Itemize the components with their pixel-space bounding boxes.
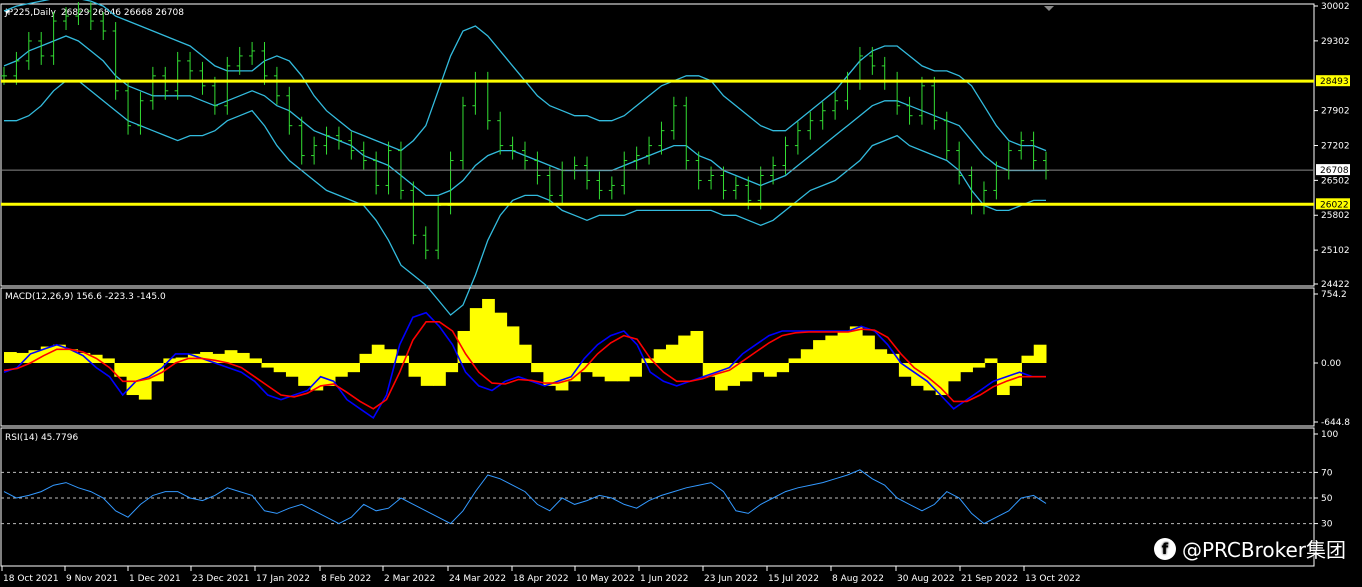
macd-histogram-bar bbox=[947, 363, 961, 382]
rsi-tick-label: 70 bbox=[1321, 468, 1333, 478]
macd-histogram-bar bbox=[690, 330, 704, 364]
date-tick-label: 1 Jun 2022 bbox=[640, 574, 688, 584]
date-tick-label: 17 Jan 2022 bbox=[256, 574, 310, 584]
macd-histogram-bar bbox=[408, 363, 422, 377]
macd-histogram-bar bbox=[960, 363, 973, 373]
chart-canvas: JP225,Daily 26829 26846 26668 26708 30002… bbox=[0, 0, 1362, 587]
macd-histogram-bar bbox=[138, 363, 152, 400]
date-tick-label: 8 Feb 2022 bbox=[321, 574, 371, 584]
date-tick-label: 8 Aug 2022 bbox=[832, 574, 884, 584]
date-tick-label: 1 Dec 2021 bbox=[129, 574, 181, 584]
macd-histogram-bar bbox=[298, 363, 311, 386]
watermark: f @PRCBroker集团 bbox=[1153, 534, 1346, 563]
macd-histogram-bar bbox=[862, 335, 875, 364]
macd-histogram-bar bbox=[445, 363, 459, 373]
rsi-tick-label: 50 bbox=[1321, 494, 1333, 504]
macd-histogram-bar bbox=[224, 350, 238, 364]
date-tick-label: 18 Apr 2022 bbox=[513, 574, 569, 584]
rsi-tick-label: 100 bbox=[1321, 430, 1338, 440]
facebook-icon: f bbox=[1153, 537, 1176, 560]
macd-histogram-bar bbox=[469, 308, 483, 364]
date-tick-label: 23 Jun 2022 bbox=[704, 574, 758, 584]
macd-histogram-bar bbox=[494, 312, 508, 364]
date-tick-label: 30 Aug 2022 bbox=[897, 574, 955, 584]
date-tick-label: 24 Mar 2022 bbox=[449, 574, 506, 584]
macd-tick-label: -644.8 bbox=[1321, 418, 1350, 428]
macd-histogram-bar bbox=[800, 349, 814, 364]
level-price-tag-label: 26022 bbox=[1320, 200, 1349, 210]
macd-histogram-bar bbox=[249, 358, 262, 364]
macd-histogram-bar bbox=[285, 363, 299, 377]
date-tick-label: 10 May 2022 bbox=[576, 574, 635, 584]
macd-histogram-bar bbox=[665, 344, 679, 364]
price-tick-label: 27902 bbox=[1321, 107, 1350, 117]
macd-histogram-bar bbox=[616, 363, 630, 382]
price-tick-label: 27202 bbox=[1321, 141, 1350, 151]
macd-histogram-bar bbox=[236, 352, 250, 364]
last-price-tag-label: 26708 bbox=[1320, 166, 1349, 176]
macd-histogram-bar bbox=[604, 363, 618, 382]
macd-histogram-bar bbox=[984, 358, 998, 364]
macd-histogram-bar bbox=[837, 330, 851, 364]
date-tick-label: 2 Mar 2022 bbox=[384, 574, 435, 584]
price-tick-label: 30002 bbox=[1321, 2, 1350, 12]
macd-histogram-bar bbox=[371, 344, 385, 364]
date-tick-label: 15 Jul 2022 bbox=[768, 574, 819, 584]
watermark-text: @PRCBroker集团 bbox=[1181, 538, 1346, 562]
date-tick-label: 21 Sep 2022 bbox=[961, 574, 1018, 584]
macd-histogram-bar bbox=[555, 363, 569, 391]
macd-tick-label: 754.2 bbox=[1321, 290, 1347, 300]
macd-histogram-bar bbox=[751, 363, 765, 373]
macd-histogram-bar bbox=[102, 358, 115, 364]
macd-histogram-bar bbox=[739, 363, 753, 382]
date-tick-label: 23 Dec 2021 bbox=[192, 574, 250, 584]
macd-histogram-bar bbox=[776, 363, 790, 373]
macd-histogram-bar bbox=[874, 349, 888, 364]
macd-histogram-bar bbox=[334, 363, 348, 377]
macd-histogram-bar bbox=[825, 335, 839, 364]
macd-histogram-bar bbox=[1021, 355, 1035, 364]
macd-histogram-bar bbox=[396, 355, 410, 364]
level-price-tag-label: 28493 bbox=[1320, 77, 1349, 87]
price-tick-label: 26502 bbox=[1321, 176, 1350, 186]
macd-histogram-bar bbox=[126, 363, 140, 396]
macd-histogram-bar bbox=[972, 363, 986, 368]
macd-panel-title: MACD(12,26,9) 156.6 -223.3 -145.0 bbox=[5, 292, 166, 302]
price-tick-label: 25802 bbox=[1321, 211, 1350, 221]
macd-histogram-bar bbox=[433, 363, 446, 386]
date-tick-label: 13 Oct 2022 bbox=[1025, 574, 1081, 584]
macd-histogram-bar bbox=[923, 363, 937, 391]
macd-histogram-bar bbox=[273, 363, 287, 373]
date-tick-label: 9 Nov 2021 bbox=[66, 574, 118, 584]
macd-histogram-bar bbox=[629, 363, 642, 377]
price-panel-title: JP225,Daily 26829 26846 26668 26708 bbox=[4, 8, 184, 18]
macd-histogram-bar bbox=[653, 349, 667, 364]
macd-histogram-bar bbox=[347, 363, 361, 373]
date-tick-label: 18 Oct 2021 bbox=[3, 574, 59, 584]
price-tick-label: 24422 bbox=[1321, 280, 1350, 290]
macd-tick-label: 0.00 bbox=[1321, 359, 1341, 369]
macd-histogram-bar bbox=[1033, 344, 1047, 364]
macd-histogram-bar bbox=[518, 344, 532, 364]
price-tick-label: 25102 bbox=[1321, 246, 1350, 256]
macd-histogram-bar bbox=[678, 335, 691, 364]
rsi-tick-label: 30 bbox=[1321, 520, 1333, 530]
macd-histogram-bar bbox=[261, 363, 275, 368]
macd-histogram-bar bbox=[813, 340, 826, 364]
rsi-panel-title: RSI(14) 45.7796 bbox=[5, 433, 78, 443]
macd-histogram-bar bbox=[359, 353, 373, 364]
macd-histogram-bar bbox=[482, 298, 495, 364]
macd-histogram-bar bbox=[715, 363, 728, 391]
macd-histogram-bar bbox=[764, 363, 777, 377]
macd-histogram-bar bbox=[592, 363, 606, 377]
macd-histogram-bar bbox=[531, 363, 544, 373]
macd-histogram-bar bbox=[506, 326, 520, 364]
macd-histogram-bar bbox=[4, 352, 17, 364]
macd-histogram-bar bbox=[788, 358, 802, 364]
price-tick-label: 29302 bbox=[1321, 37, 1350, 47]
macd-histogram-bar bbox=[420, 363, 434, 386]
